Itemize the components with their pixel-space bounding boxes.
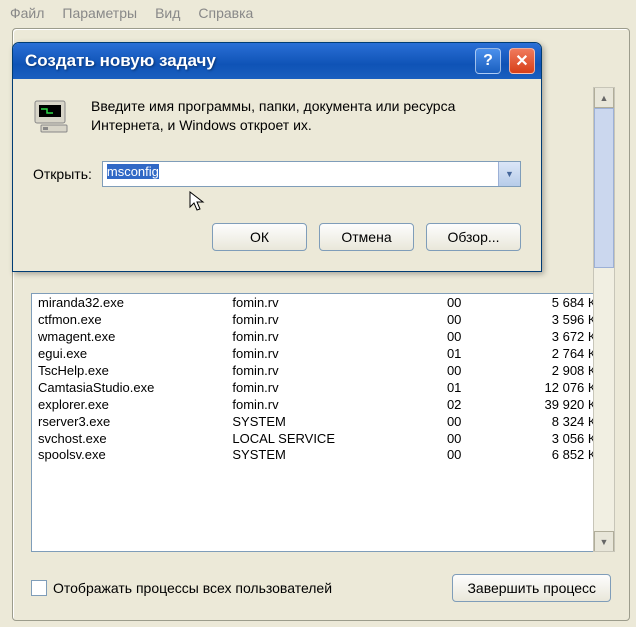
open-input[interactable]: msconfig — [103, 162, 498, 186]
run-dialog-title: Создать новую задачу — [25, 51, 467, 71]
scroll-down-button[interactable]: ▼ — [594, 531, 614, 551]
open-label: Открыть: — [33, 166, 92, 182]
process-user: fomin.rv — [226, 396, 394, 413]
table-row[interactable]: miranda32.exefomin.rv005 684 КБ — [32, 294, 610, 311]
process-name: CamtasiaStudio.exe — [32, 379, 226, 396]
process-memory: 8 324 КБ — [467, 413, 610, 430]
close-button[interactable]: ✕ — [509, 48, 535, 74]
process-name: TscHelp.exe — [32, 362, 226, 379]
process-cpu: 00 — [395, 447, 468, 463]
end-process-button[interactable]: Завершить процесс — [452, 574, 611, 602]
table-row[interactable]: ctfmon.exefomin.rv003 596 КБ — [32, 311, 610, 328]
table-row[interactable]: wmagent.exefomin.rv003 672 КБ — [32, 328, 610, 345]
open-combobox[interactable]: msconfig ▼ — [102, 161, 521, 187]
process-memory: 3 596 КБ — [467, 311, 610, 328]
process-name: explorer.exe — [32, 396, 226, 413]
run-program-icon — [33, 97, 75, 139]
scroll-up-button[interactable]: ▲ — [594, 88, 614, 108]
process-name: svchost.exe — [32, 430, 226, 447]
process-memory: 2 764 КБ — [467, 345, 610, 362]
run-dialog: Создать новую задачу ? ✕ Введите имя про… — [12, 42, 542, 272]
process-memory: 2 908 КБ — [467, 362, 610, 379]
process-cpu: 01 — [395, 379, 468, 396]
chevron-down-icon: ▼ — [505, 169, 514, 179]
mouse-cursor-icon — [189, 191, 207, 219]
process-user: fomin.rv — [226, 294, 394, 311]
process-name: rserver3.exe — [32, 413, 226, 430]
show-all-users-label: Отображать процессы всех пользователей — [53, 580, 332, 596]
table-row[interactable]: svchost.exeLOCAL SERVICE003 056 КБ — [32, 430, 610, 447]
process-name: egui.exe — [32, 345, 226, 362]
process-cpu: 02 — [395, 396, 468, 413]
process-cpu: 00 — [395, 294, 468, 311]
run-dialog-titlebar[interactable]: Создать новую задачу ? ✕ — [13, 43, 541, 79]
dropdown-button[interactable]: ▼ — [498, 162, 520, 186]
process-cpu: 00 — [395, 311, 468, 328]
process-memory: 5 684 КБ — [467, 294, 610, 311]
help-button[interactable]: ? — [475, 48, 501, 74]
process-user: SYSTEM — [226, 413, 394, 430]
process-memory: 3 056 КБ — [467, 430, 610, 447]
process-cpu: 00 — [395, 413, 468, 430]
process-name: wmagent.exe — [32, 328, 226, 345]
table-row[interactable]: explorer.exefomin.rv0239 920 КБ — [32, 396, 610, 413]
process-user: fomin.rv — [226, 362, 394, 379]
process-memory: 6 852 КБ — [467, 447, 610, 463]
menubar: Файл Параметры Вид Справка — [0, 0, 636, 27]
scroll-thumb[interactable] — [594, 108, 614, 268]
browse-button[interactable]: Обзор... — [426, 223, 521, 251]
menu-view[interactable]: Вид — [155, 5, 180, 21]
table-row[interactable]: egui.exefomin.rv012 764 КБ — [32, 345, 610, 362]
process-name: spoolsv.exe — [32, 447, 226, 463]
ok-button[interactable]: ОК — [212, 223, 307, 251]
process-cpu: 01 — [395, 345, 468, 362]
process-memory: 39 920 КБ — [467, 396, 610, 413]
process-user: SYSTEM — [226, 447, 394, 463]
process-user: LOCAL SERVICE — [226, 430, 394, 447]
table-row[interactable]: TscHelp.exefomin.rv002 908 КБ — [32, 362, 610, 379]
process-list[interactable]: miranda32.exefomin.rv005 684 КБctfmon.ex… — [31, 293, 611, 552]
menu-help[interactable]: Справка — [198, 5, 253, 21]
process-name: miranda32.exe — [32, 294, 226, 311]
show-all-users-checkbox[interactable]: Отображать процессы всех пользователей — [31, 580, 332, 596]
process-name: ctfmon.exe — [32, 311, 226, 328]
process-user: fomin.rv — [226, 328, 394, 345]
process-user: fomin.rv — [226, 345, 394, 362]
table-row[interactable]: spoolsv.exeSYSTEM006 852 КБ — [32, 447, 610, 463]
process-cpu: 00 — [395, 430, 468, 447]
process-user: fomin.rv — [226, 311, 394, 328]
process-user: fomin.rv — [226, 379, 394, 396]
vertical-scrollbar[interactable]: ▲ ▼ — [593, 87, 615, 552]
checkbox-icon[interactable] — [31, 580, 47, 596]
process-memory: 3 672 КБ — [467, 328, 610, 345]
cancel-button[interactable]: Отмена — [319, 223, 414, 251]
table-row[interactable]: CamtasiaStudio.exefomin.rv0112 076 КБ — [32, 379, 610, 396]
run-dialog-instruction: Введите имя программы, папки, документа … — [91, 97, 521, 135]
table-row[interactable]: rserver3.exeSYSTEM008 324 КБ — [32, 413, 610, 430]
menu-options[interactable]: Параметры — [62, 5, 137, 21]
bottom-bar: Отображать процессы всех пользователей З… — [31, 574, 611, 602]
process-cpu: 00 — [395, 328, 468, 345]
process-cpu: 00 — [395, 362, 468, 379]
process-memory: 12 076 КБ — [467, 379, 610, 396]
menu-file[interactable]: Файл — [10, 5, 44, 21]
